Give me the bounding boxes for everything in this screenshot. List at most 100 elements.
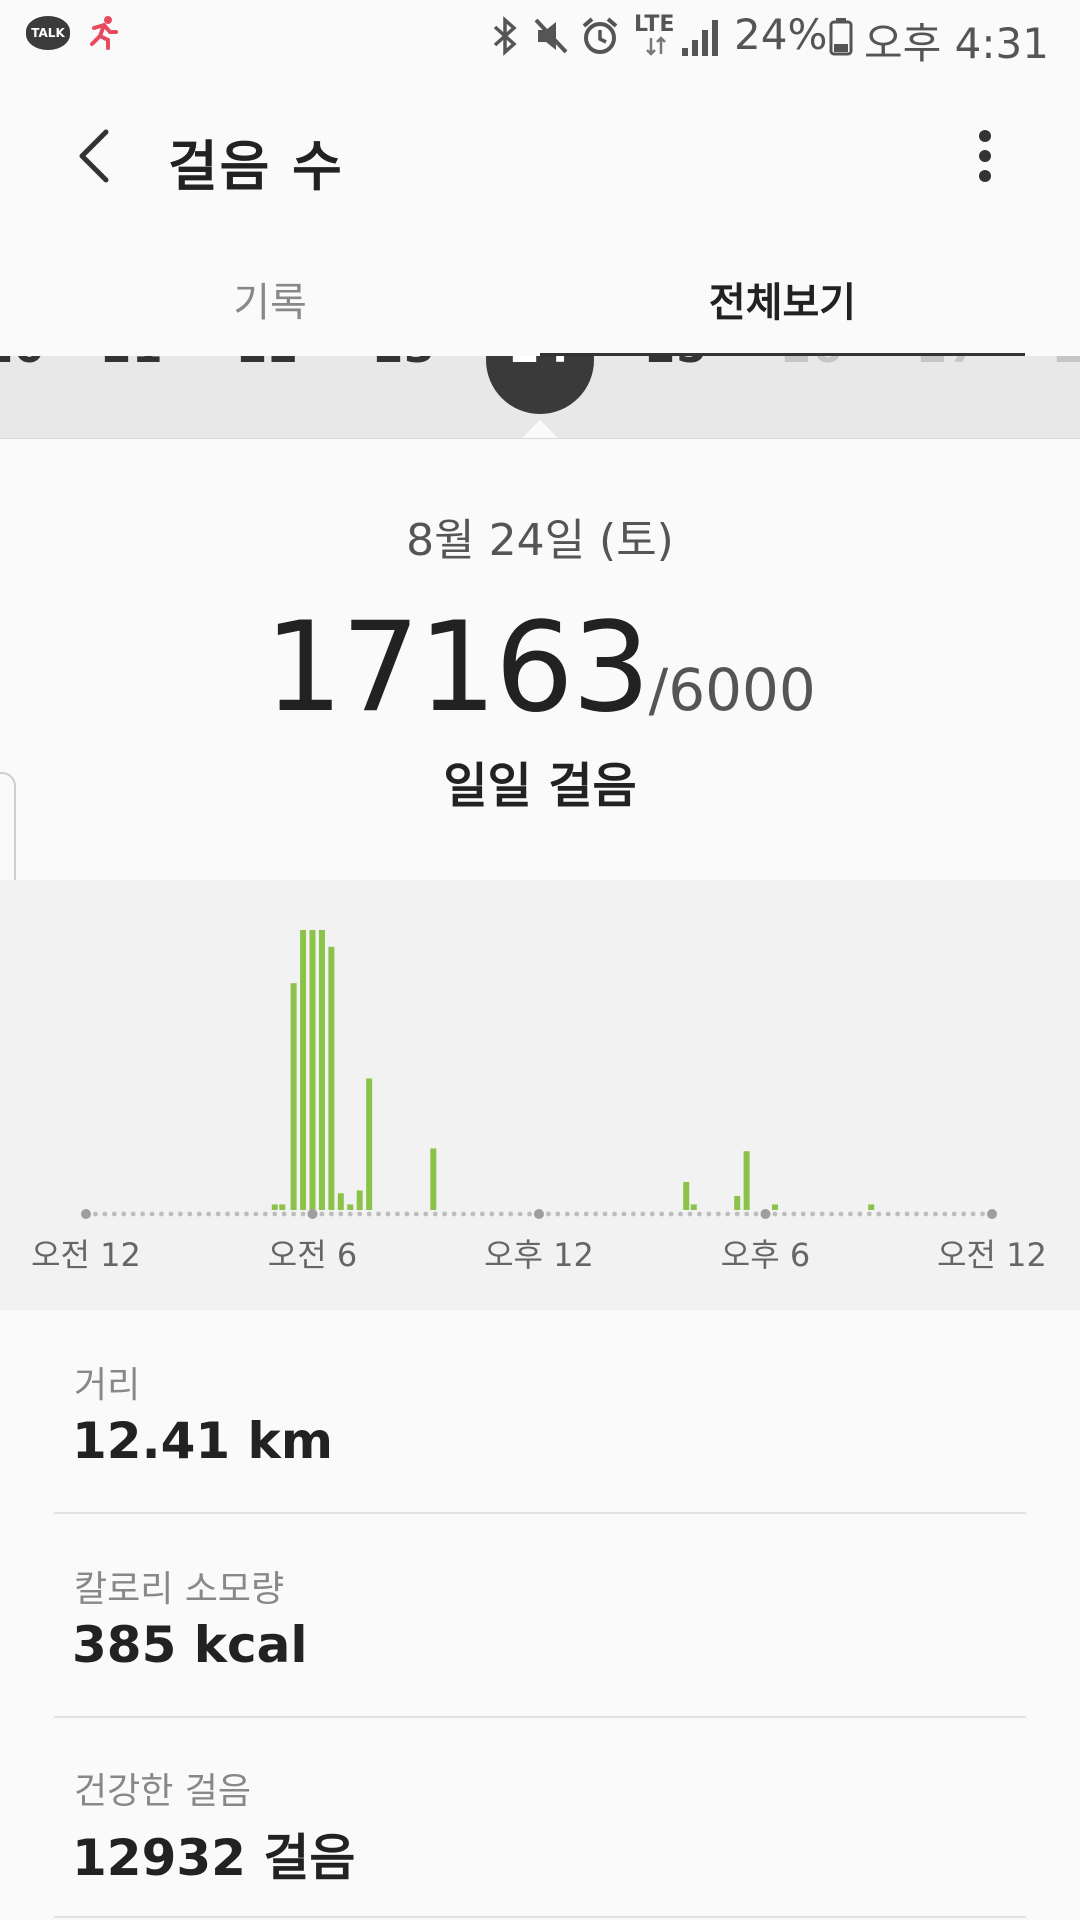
- baseline-dot: [376, 1211, 381, 1217]
- baseline-dot: [93, 1211, 98, 1217]
- baseline-dot: [791, 1211, 797, 1217]
- status-bar: TALK LTE 24% 오후 4:31: [0, 0, 1080, 76]
- more-options-icon[interactable]: [960, 120, 1010, 192]
- back-button[interactable]: [64, 120, 124, 192]
- chart-bar: [868, 1204, 875, 1210]
- battery-percent: 24%: [734, 10, 828, 59]
- baseline-dot: [479, 1211, 485, 1217]
- healthy-steps-value: 12932 걸음: [72, 1829, 356, 1887]
- baseline-dot: [187, 1211, 193, 1217]
- baseline-dot: [744, 1211, 750, 1217]
- steps-goal: /6000: [648, 656, 816, 724]
- steps-count: 17163: [264, 596, 650, 740]
- baseline-dot: [602, 1211, 608, 1217]
- back-arrow-icon: [79, 129, 109, 183]
- baseline-dot: [215, 1211, 221, 1217]
- baseline-dot: [876, 1211, 882, 1217]
- baseline-dot: [111, 1211, 117, 1217]
- baseline-dot: [932, 1211, 938, 1217]
- clock: 오후 4:31: [864, 19, 1049, 68]
- baseline-dot: [272, 1211, 278, 1217]
- baseline-dot: [234, 1211, 240, 1217]
- date-item[interactable]: 22: [228, 356, 308, 373]
- baseline-dot: [697, 1211, 702, 1217]
- baseline-dot: [225, 1211, 230, 1217]
- selected-date-label: 8월 24일 (토): [406, 515, 674, 566]
- lte-icon: LTE: [634, 12, 675, 37]
- baseline-dot: [942, 1211, 948, 1217]
- baseline-dot: [338, 1211, 344, 1217]
- baseline-dot: [244, 1211, 249, 1217]
- hourly-steps-chart: 오전 12 오전 6 오후 12 오후 6 오전 12: [0, 880, 1080, 1310]
- date-item-selected[interactable]: 24: [500, 356, 580, 373]
- baseline-dot: [866, 1211, 872, 1217]
- baseline-dot: [980, 1211, 985, 1217]
- x-tick-label: 오후 6: [721, 1236, 810, 1274]
- chart-bar: [318, 930, 325, 1210]
- baseline-dot: [366, 1211, 372, 1217]
- baseline-dot: [451, 1211, 457, 1217]
- tick-dot: [81, 1209, 91, 1219]
- chart-bar: [347, 1204, 354, 1210]
- baseline-dot: [593, 1211, 599, 1217]
- chart-bar: [290, 983, 297, 1210]
- chart-bar: [271, 1204, 278, 1210]
- x-tick-label: 오전 12: [937, 1236, 1047, 1274]
- baseline-dot: [281, 1211, 287, 1217]
- baseline-dot: [413, 1211, 419, 1217]
- chart-bar: [337, 1193, 344, 1210]
- baseline-dot: [951, 1211, 957, 1217]
- distance-value: 12.41 km: [72, 1412, 333, 1470]
- alarm-icon: [582, 17, 618, 54]
- steps-summary: 17163/6000: [0, 596, 1080, 740]
- tick-dot: [534, 1209, 544, 1219]
- baseline-dot: [489, 1211, 495, 1217]
- date-item[interactable]: 20: [0, 356, 54, 373]
- date-item[interactable]: 26: [772, 356, 852, 373]
- kakaotalk-icon: TALK: [26, 16, 70, 50]
- baseline-dot: [498, 1211, 504, 1217]
- baseline-dot: [810, 1211, 816, 1217]
- baseline-dot: [130, 1211, 136, 1217]
- baseline-dot: [819, 1211, 825, 1217]
- baseline-dot: [640, 1211, 646, 1217]
- divider: [54, 1512, 1026, 1514]
- baseline-dot: [781, 1211, 787, 1217]
- baseline-dot: [177, 1211, 183, 1217]
- baseline-dot: [300, 1211, 306, 1217]
- baseline-dot: [612, 1211, 617, 1217]
- chart-bar: [690, 1204, 697, 1210]
- baseline-dot: [470, 1211, 476, 1217]
- baseline-dot: [328, 1211, 334, 1217]
- baseline-dot: [517, 1211, 523, 1217]
- tab-records[interactable]: 기록: [0, 270, 540, 350]
- baseline-dot: [546, 1211, 551, 1217]
- date-item[interactable]: 27: [908, 356, 988, 373]
- divider: [54, 1716, 1026, 1718]
- tab-overview[interactable]: 전체보기: [540, 270, 1025, 350]
- date-item[interactable]: 25: [636, 356, 716, 373]
- chart-bar: [430, 1148, 437, 1210]
- date-pointer: [522, 420, 558, 438]
- baseline-dot: [678, 1211, 683, 1217]
- date-item[interactable]: 28: [1044, 356, 1080, 373]
- baseline-dot: [432, 1211, 438, 1217]
- date-item[interactable]: 23: [364, 356, 444, 373]
- x-tick-label: 오후 12: [484, 1236, 594, 1274]
- baseline-dot: [564, 1211, 570, 1217]
- baseline-dot: [772, 1211, 778, 1217]
- chart-bar: [683, 1182, 690, 1210]
- baseline-dot: [923, 1211, 929, 1217]
- tick-dot: [760, 1209, 771, 1219]
- battery-icon: [829, 18, 853, 56]
- date-item[interactable]: 21: [92, 356, 172, 373]
- baseline-dot: [140, 1211, 146, 1217]
- divider: [54, 1916, 1026, 1918]
- baseline-dot: [423, 1211, 429, 1217]
- baseline-dot: [706, 1211, 712, 1217]
- baseline-dot: [715, 1211, 721, 1217]
- baseline-dot: [168, 1211, 174, 1217]
- baseline-dot: [659, 1211, 665, 1217]
- baseline-dot: [253, 1211, 259, 1217]
- baseline-dot: [357, 1211, 363, 1217]
